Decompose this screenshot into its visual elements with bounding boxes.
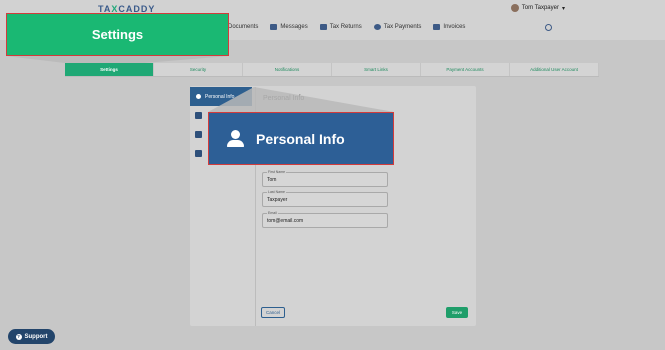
settings-zoom-wedge	[6, 56, 229, 63]
tax-payments-icon	[373, 24, 381, 30]
main-nav: Documents Messages Tax Returns Tax Payme…	[228, 24, 465, 30]
nav-invoices[interactable]: Invoices	[433, 24, 465, 30]
person-icon	[196, 94, 201, 99]
tab-smart-links[interactable]: Smart Links	[332, 63, 421, 76]
field-label: Last Name	[267, 190, 286, 194]
search-icon[interactable]	[545, 24, 552, 31]
last-name-field[interactable]: Last Name Taxpayer	[262, 190, 388, 207]
tab-notifications[interactable]: Notifications	[243, 63, 332, 76]
field-label: First Name	[267, 170, 287, 174]
sidebar-item-label: Personal Info	[205, 93, 235, 100]
save-button[interactable]: Save	[446, 307, 468, 318]
tax-returns-icon	[319, 24, 327, 30]
field-value: Taxpayer	[267, 197, 288, 203]
tab-settings[interactable]: Settings	[65, 63, 154, 76]
personal-info-callout: Personal Info	[208, 112, 394, 165]
field-value: tom@email.com	[267, 218, 304, 224]
tab-additional-user-account[interactable]: Additional User Account	[510, 63, 599, 76]
first-name-field[interactable]: First Name Tom	[262, 170, 388, 187]
sidebar-item-personal-info[interactable]: Personal Info	[190, 87, 252, 106]
invoices-icon	[433, 24, 441, 30]
callout-label: Personal Info	[256, 130, 345, 147]
nav-label: Tax Returns	[329, 24, 362, 30]
settings-callout: Settings	[6, 13, 229, 56]
help-icon: ?	[15, 333, 22, 340]
user-menu[interactable]: Tom Taxpayer ▾	[510, 4, 565, 12]
nav-tax-payments[interactable]: Tax Payments	[373, 24, 422, 30]
settings-subnav: Settings Security Notifications Smart Li…	[65, 63, 599, 77]
nav-messages[interactable]: Messages	[270, 24, 308, 30]
page-title: Personal Info	[263, 95, 305, 102]
person-icon	[227, 130, 244, 147]
field-label: Email	[267, 211, 278, 215]
briefcase-icon[interactable]	[195, 131, 202, 138]
calendar-icon[interactable]	[195, 112, 202, 119]
cancel-button[interactable]: Cancel	[261, 307, 285, 318]
tab-security[interactable]: Security	[154, 63, 243, 76]
field-value: Tom	[267, 177, 277, 183]
chevron-down-icon: ▾	[561, 5, 565, 12]
nav-label: Tax Payments	[383, 24, 422, 30]
user-name: Tom Taxpayer	[521, 5, 559, 11]
nav-tax-returns[interactable]: Tax Returns	[319, 24, 362, 30]
email-field[interactable]: Email tom@email.com	[262, 211, 388, 228]
nav-label: Messages	[280, 24, 308, 30]
avatar	[510, 4, 519, 12]
support-label: Support	[24, 333, 48, 340]
nav-label: Invoices	[443, 24, 466, 30]
messages-icon	[270, 24, 278, 30]
support-button[interactable]: ? Support	[8, 329, 55, 344]
nav-label: Documents	[228, 24, 259, 30]
tab-payment-accounts[interactable]: Payment Accounts	[421, 63, 510, 76]
nav-documents[interactable]: Documents	[228, 24, 258, 30]
lock-icon[interactable]	[195, 150, 202, 157]
